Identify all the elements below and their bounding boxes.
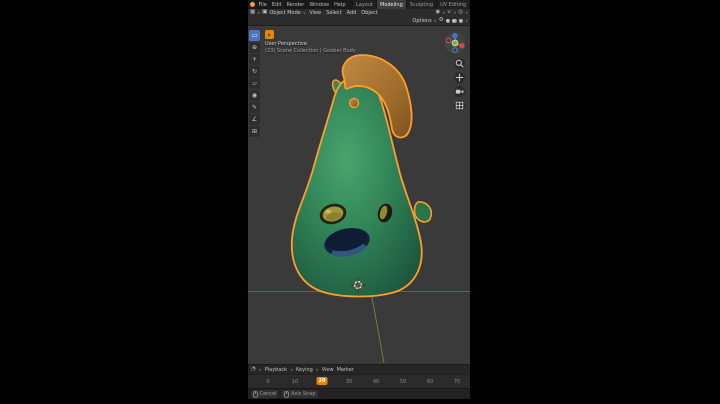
blender-window: File Edit Render Window Help Layout Mode… [248, 0, 470, 404]
menu-add[interactable]: Add [345, 10, 358, 16]
viewport-header: ▦ ∨ ▣ Object Mode ∨ View Select Add Obje… [248, 9, 470, 26]
viewport-nav-icons [454, 58, 465, 111]
mouse-icon [253, 390, 258, 398]
frame-tick: 0 [266, 378, 270, 385]
chevron-down-icon: ∨ [315, 366, 319, 372]
chevron-down-icon: ∨ [465, 18, 468, 23]
pan-hand-icon [455, 73, 464, 82]
gizmos-gear-icon[interactable]: ⚙ [439, 18, 444, 24]
camera-view-button[interactable] [454, 86, 465, 97]
frame-tick: 40 [372, 378, 380, 385]
current-frame-badge[interactable]: 20 [316, 376, 328, 385]
menu-render[interactable]: Render [285, 2, 306, 8]
axis-y-line [370, 291, 385, 364]
tool-rotate[interactable]: ↻ [249, 66, 260, 77]
keymap-hint-cancel: Cancel [251, 390, 279, 398]
tool-move[interactable]: + [249, 54, 260, 65]
viewport-header-row-2: Options ∨ ⚙ ∨ [248, 17, 470, 25]
menu-select[interactable]: Select [325, 10, 343, 16]
proportional-editing-icon[interactable]: ◎ [458, 10, 463, 16]
collection-breadcrumb: (23) Scene Collection | Goober Body [265, 48, 356, 54]
pan-button[interactable] [454, 72, 465, 83]
timeline-editor: ◔ ∨ Playback ∨ Keying ∨ View Marker 0 10… [248, 364, 470, 389]
shading-solid-icon[interactable] [452, 18, 457, 24]
snap-magnet-icon[interactable]: ∪ [447, 10, 451, 16]
hint-label: Axis Snap [290, 391, 316, 397]
view-perspective-label: User Perspective [265, 41, 307, 47]
timeline-header: ◔ ∨ Playback ∨ Keying ∨ View Marker [248, 365, 470, 374]
gizmo-x-axis-dot[interactable] [459, 43, 465, 49]
tool-select-box[interactable]: ▭ [249, 30, 260, 41]
frame-tick: 10 [291, 378, 299, 385]
frame-tick: 70 [453, 378, 461, 385]
navigation-gizmo[interactable] [444, 32, 466, 54]
screenshot-root: File Edit Render Window Help Layout Mode… [0, 0, 720, 404]
keymap-hint-axis-snap: Axis Snap [282, 390, 318, 398]
chevron-down-icon: ∨ [453, 10, 457, 15]
chevron-down-icon: ∨ [465, 10, 468, 15]
hair-ball[interactable] [348, 97, 360, 109]
chevron-down-icon: ∨ [258, 366, 262, 372]
object-mode-icon: ▣ [262, 9, 268, 16]
tab-layout[interactable]: Layout [353, 0, 377, 9]
workspace-tabs: Layout Modeling Sculpting UV Editing Tex… [353, 0, 470, 9]
menu-help[interactable]: Help [333, 2, 347, 8]
viewport-3d[interactable]: User Perspective (23) Scene Collection |… [248, 26, 470, 364]
chevron-down-icon: ∨ [257, 10, 261, 15]
tool-measure[interactable]: ∠ [249, 114, 260, 125]
mouse-icon [284, 390, 290, 398]
hint-label: Cancel [259, 391, 277, 397]
tool-add-cube[interactable]: ⊞ [249, 126, 260, 137]
tool-shelf: ▭ ⊕ + ↻ ▱ ◉ ✎ ∠ ⊞ [249, 30, 261, 137]
shading-wireframe-icon[interactable] [445, 18, 451, 24]
tab-sculpting[interactable]: Sculpting [406, 0, 438, 9]
chevron-down-icon: ∨ [290, 366, 293, 372]
transform-orientation-icon[interactable]: ◉ [436, 10, 441, 16]
zoom-button[interactable] [454, 58, 465, 69]
camera-icon [455, 89, 464, 94]
menu-file[interactable]: File [257, 2, 268, 8]
character-goober[interactable] [290, 54, 433, 298]
topbar: File Edit Render Window Help Layout Mode… [248, 0, 470, 9]
bottom-edge [248, 399, 470, 404]
tab-modeling[interactable]: Modeling [377, 0, 407, 9]
magnifier-icon [455, 59, 464, 68]
gizmo-z-axis-dot[interactable] [452, 32, 458, 39]
fin-right[interactable] [413, 201, 433, 223]
frame-tick: 60 [426, 378, 434, 385]
blender-logo-icon[interactable] [250, 2, 255, 7]
tool-cursor[interactable]: ⊕ [249, 42, 260, 53]
menu-window[interactable]: Window [308, 2, 331, 8]
tool-annotate[interactable]: ✎ [249, 102, 260, 113]
frame-tick: 30 [345, 378, 353, 385]
timeline-editor-type-icon[interactable]: ◔ [251, 366, 256, 373]
tab-uv-editing[interactable]: UV Editing [437, 0, 470, 9]
menu-object[interactable]: Object [360, 10, 379, 16]
mode-dropdown[interactable]: Object Mode [269, 10, 301, 16]
menu-view[interactable]: View [308, 10, 323, 16]
tool-transform[interactable]: ◉ [249, 90, 260, 101]
ortho-grid-icon [455, 101, 464, 110]
menu-timeline-view[interactable]: View [322, 367, 334, 373]
chevron-down-icon: ∨ [302, 10, 306, 15]
menu-edit[interactable]: Edit [270, 2, 283, 8]
status-bar: Cancel Axis Snap [248, 388, 470, 399]
scene-canvas[interactable] [248, 26, 470, 364]
frame-tick: 50 [399, 378, 407, 385]
chevron-down-icon: ∨ [442, 10, 446, 15]
menu-marker[interactable]: Marker [337, 367, 354, 373]
gizmo-y-axis-dot[interactable] [451, 39, 459, 47]
timeline-ruler[interactable]: 0 10 20 30 40 50 60 70 20 [248, 374, 470, 389]
viewport-mode-indicator[interactable] [265, 30, 274, 39]
viewport-header-row-1: ▦ ∨ ▣ Object Mode ∨ View Select Add Obje… [248, 9, 470, 17]
menu-playback[interactable]: Playback [265, 367, 287, 373]
projection-toggle-button[interactable] [454, 100, 465, 111]
options-dropdown[interactable]: Options [412, 18, 431, 24]
editor-type-icon[interactable]: ▦ [250, 10, 255, 16]
tool-scale[interactable]: ▱ [249, 78, 260, 89]
shading-material-icon[interactable] [458, 18, 464, 24]
chevron-down-icon: ∨ [433, 18, 437, 23]
menu-keying[interactable]: Keying [296, 367, 313, 373]
